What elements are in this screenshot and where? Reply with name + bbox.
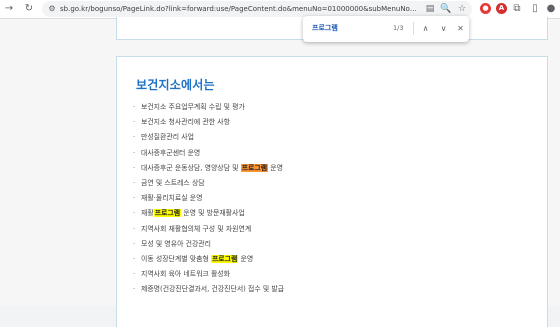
- find-match-count: 1/3: [393, 24, 404, 32]
- list-item-text: 재활·물리치료실 운영: [141, 194, 203, 203]
- forward-arrow-icon[interactable]: →: [2, 2, 16, 16]
- bullet-icon: ·: [133, 270, 136, 279]
- extension-red-icon[interactable]: ●: [480, 3, 491, 14]
- content-section: 보건지소에서는 · 보건지소 주요업무계획 수립 및 평가 · 보건지소 청사관리에 …: [116, 56, 548, 327]
- bullet-icon: ·: [133, 254, 136, 263]
- bullet-icon: ·: [133, 163, 136, 172]
- extensions-puzzle-icon[interactable]: ⧉: [510, 2, 524, 16]
- find-close-icon[interactable]: ✕: [454, 22, 467, 35]
- list-item-text: 보건지소 주요업무계획 수립 및 평가: [141, 103, 245, 111]
- list-item-text: 지역사회 재활협의체 구성 및 자원연계: [141, 224, 252, 233]
- search-highlight: 프로그램: [210, 254, 239, 263]
- list-item: · 모성 및 영유아 건강관리: [133, 237, 284, 252]
- bullet-icon: ·: [133, 285, 136, 294]
- search-highlight: 프로그램: [153, 209, 182, 218]
- active-search-highlight: 프로그램: [240, 163, 269, 172]
- bullet-icon: ·: [133, 133, 136, 142]
- find-divider: [413, 22, 414, 35]
- site-info-icon[interactable]: ⚙: [47, 4, 57, 14]
- list-item: · 지역사회 재활협의체 구성 및 자원연계: [133, 222, 284, 237]
- bullet-icon: ·: [133, 194, 136, 203]
- list-item: · 이동 성장단계별 맞춤형 프로그램 운영: [133, 252, 284, 267]
- list-item-text-suffix: 운영 및 방문재활사업: [181, 209, 245, 218]
- zoom-icon[interactable]: 🔍: [440, 3, 452, 15]
- sidebar-icon[interactable]: ▯: [528, 2, 542, 16]
- find-bar: 프로그램 1/3 ∧ ∨ ✕: [303, 16, 469, 42]
- list-item-text: 대사증후군 운동상담, 영양상담 및: [141, 163, 241, 172]
- list-item-text-suffix: 운영: [268, 163, 283, 172]
- bookmark-star-icon[interactable]: ☆: [456, 3, 468, 15]
- list-item: · 대사증후군 운동상담, 영양상담 및 프로그램 운영: [133, 161, 284, 176]
- bullet-icon: ·: [133, 148, 136, 157]
- bullet-icon: ·: [133, 239, 136, 248]
- list-item: · 지역사회 육아 네트워크 활성화: [133, 267, 284, 282]
- profile-avatar[interactable]: ●: [544, 2, 558, 16]
- bullet-icon: ·: [133, 209, 136, 218]
- list-item: · 보건지소 주요업무계획 수립 및 평가: [133, 100, 284, 115]
- find-previous-icon[interactable]: ∧: [419, 22, 432, 35]
- list-item-text-suffix: 운영: [238, 254, 254, 263]
- list-item-text: 지역사회 육아 네트워크 활성화: [141, 270, 230, 279]
- list-item: · 만성질환관리 사업: [133, 130, 284, 145]
- bullet-icon: ·: [133, 178, 136, 187]
- list-item-text: 금연 및 스트레스 상담: [141, 178, 205, 187]
- list-item-text: 이동 성장단계별 맞춤형: [141, 254, 211, 263]
- list-item: · 보건지소 청사관리에 관한 사항: [133, 115, 284, 130]
- list-item-text: 모성 및 영유아 건강관리: [141, 239, 211, 248]
- list-item-text: 제증명(건강진단결과서, 건강진단서) 접수 및 발급: [141, 285, 285, 294]
- url-text[interactable]: sb.go.kr/bogunso/PageLink.do?link=forwar…: [60, 1, 420, 17]
- page-content: 보건지소에서는 · 보건지소 주요업무계획 수립 및 평가 · 보건지소 청사관리에 …: [0, 17, 560, 327]
- duty-list: · 보건지소 주요업무계획 수립 및 평가 · 보건지소 청사관리에 관한 사항 · 만성…: [133, 100, 284, 297]
- list-item-text: 보건지소 청사관리에 관한 사항: [141, 118, 230, 127]
- list-item-text: 만성질환관리 사업: [141, 133, 194, 142]
- page-translate-icon[interactable]: ▤: [424, 3, 436, 15]
- address-bar[interactable]: ⚙ sb.go.kr/bogunso/PageLink.do?link=forw…: [42, 1, 472, 17]
- bullet-icon: ·: [133, 103, 136, 111]
- list-item-text: 대사증후군센터 운영: [141, 148, 201, 157]
- find-input[interactable]: 프로그램: [312, 22, 372, 35]
- reload-icon[interactable]: ↻: [22, 2, 36, 16]
- bullet-icon: ·: [133, 224, 136, 233]
- find-next-icon[interactable]: ∨: [437, 22, 450, 35]
- bullet-icon: ·: [133, 118, 136, 127]
- extension-adblock-icon[interactable]: A: [496, 3, 507, 14]
- list-item: · 금연 및 스트레스 상담: [133, 176, 284, 191]
- list-item: · 재활·물리치료실 운영: [133, 191, 284, 206]
- list-item-text: 재활: [141, 209, 154, 218]
- list-item: · 재활프로그램 운영 및 방문재활사업: [133, 206, 284, 221]
- list-item: · 대사증후군센터 운영: [133, 146, 284, 161]
- list-item: · 제증명(건강진단결과서, 건강진단서) 접수 및 발급: [133, 282, 284, 297]
- section-title: 보건지소에서는: [136, 78, 215, 92]
